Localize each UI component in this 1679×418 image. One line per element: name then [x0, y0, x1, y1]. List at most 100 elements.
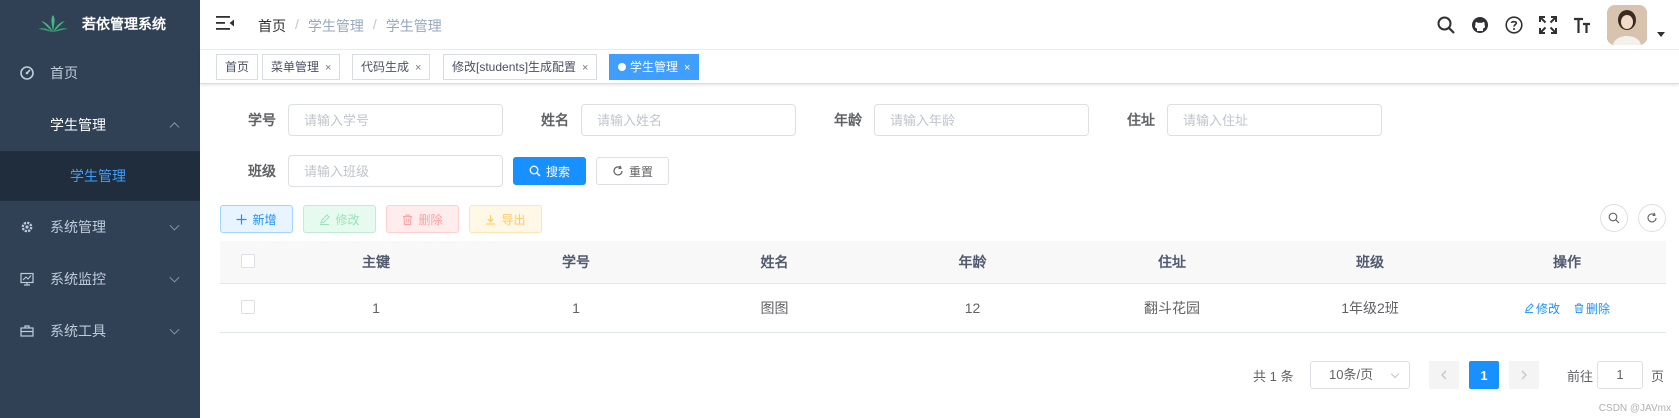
sidebar-subitem-label: 学生管理 [70, 168, 126, 184]
table-row: 1 1 图图 12 翻斗花园 1年级2班 修改 删除 [220, 284, 1666, 333]
refresh-icon [1646, 212, 1658, 224]
app-title: 若依管理系统 [82, 15, 166, 32]
tag-label: 学生管理 [630, 60, 679, 74]
sidebar-item-system-management[interactable]: 系统管理 [0, 201, 200, 253]
goto-page-input[interactable]: 1 [1597, 361, 1643, 389]
active-dot-icon [618, 62, 626, 71]
chevron-down-icon [1390, 369, 1400, 379]
add-button-label: 新增 [252, 212, 277, 227]
row-edit-label: 修改 [1536, 301, 1561, 316]
age-label: 年龄 [834, 112, 862, 128]
tag-label: 代码生成 [361, 60, 410, 74]
column-header: 住址 [1158, 254, 1186, 270]
breadcrumb-item[interactable]: 首页 [258, 16, 286, 36]
tag-student-management[interactable]: 学生管理 × [609, 54, 700, 80]
close-icon[interactable]: × [415, 62, 421, 74]
chevron-up-icon [169, 122, 180, 133]
name-input[interactable] [581, 104, 796, 136]
row-checkbox[interactable] [241, 299, 255, 314]
chevron-right-icon [1520, 370, 1528, 380]
tag-menu-management[interactable]: 菜单管理 × [262, 54, 341, 80]
sidebar-item-label: 系统工具 [50, 323, 106, 339]
column-header: 姓名 [760, 254, 789, 270]
font-size-icon[interactable] [1565, 0, 1599, 50]
age-input[interactable] [874, 104, 1089, 136]
edit-icon [1524, 303, 1534, 313]
table-cell: 1 [372, 300, 380, 316]
tag-label: 修改[students]生成配置 [452, 60, 577, 74]
refresh-button[interactable] [1638, 204, 1666, 232]
sidebar-item-label: 系统管理 [50, 219, 106, 235]
sidebar-item-system-monitor[interactable]: 系统监控 [0, 253, 200, 305]
fullscreen-icon[interactable] [1531, 0, 1565, 50]
class-label: 班级 [248, 163, 276, 179]
export-button-label: 导出 [501, 212, 526, 227]
trash-icon [402, 214, 413, 225]
edit-icon [319, 213, 331, 225]
sidebar: 若依管理系统 首页 学生管理 学生管理 系统管理 系统监控 系统工具 [0, 0, 200, 418]
data-table: 主键 学号 姓名 年龄 住址 班级 操作 1 1 图图 12 翻斗花园 1年级2… [220, 241, 1666, 333]
monitor-icon [20, 272, 34, 286]
edit-button[interactable]: 修改 [303, 205, 376, 233]
breadcrumb-item: 学生管理 [385, 18, 442, 34]
question-icon[interactable] [1497, 0, 1531, 50]
name-label: 姓名 [541, 112, 569, 128]
address-input[interactable] [1167, 104, 1382, 136]
close-icon[interactable]: × [325, 62, 331, 74]
sidebar-item-student-management[interactable]: 学生管理 [0, 99, 200, 151]
student-no-input[interactable] [288, 104, 503, 136]
sidebar-subitem-student-management[interactable]: 学生管理 [0, 151, 200, 201]
search-button-label: 搜索 [545, 164, 570, 179]
download-icon [485, 214, 496, 225]
address-label: 住址 [1127, 112, 1155, 128]
class-input[interactable] [288, 155, 503, 187]
close-icon[interactable]: × [684, 62, 690, 74]
search-button[interactable]: 搜索 [513, 157, 586, 185]
sidebar-item-home[interactable]: 首页 [0, 47, 200, 99]
export-button[interactable]: 导出 [469, 205, 542, 233]
toggle-search-button[interactable] [1600, 204, 1628, 232]
dashboard-icon [20, 66, 34, 80]
tag-code-generation[interactable]: 代码生成 × [352, 54, 431, 80]
search-icon[interactable] [1429, 0, 1463, 50]
prev-page-button[interactable] [1429, 361, 1459, 389]
gear-icon [20, 220, 34, 234]
logo[interactable]: 若依管理系统 [0, 0, 200, 47]
page-size-select[interactable]: 10条/页 [1310, 361, 1410, 389]
goto-suffix: 页 [1651, 369, 1665, 384]
row-delete-label: 删除 [1585, 301, 1610, 316]
add-button[interactable]: 新增 [220, 205, 293, 233]
reset-button[interactable]: 重置 [596, 157, 669, 185]
hamburger-icon[interactable] [216, 15, 234, 31]
toolbox-icon [20, 324, 34, 338]
refresh-icon [612, 165, 624, 177]
reset-button-label: 重置 [628, 164, 653, 179]
chevron-down-icon [169, 324, 180, 335]
search-icon [1608, 212, 1620, 224]
caret-down-icon[interactable] [1657, 31, 1665, 37]
select-all-checkbox[interactable] [241, 253, 255, 268]
delete-button[interactable]: 删除 [386, 205, 459, 233]
column-header: 操作 [1553, 254, 1581, 270]
tag-label: 首页 [225, 60, 250, 74]
edit-button-label: 修改 [335, 212, 360, 227]
table-cell: 翻斗花园 [1144, 300, 1200, 316]
row-delete-link[interactable]: 删除 [1574, 300, 1610, 317]
table-cell: 图图 [760, 300, 789, 316]
column-header: 年龄 [958, 254, 987, 270]
page-number-button[interactable]: 1 [1469, 361, 1499, 389]
right-menu [1429, 0, 1679, 50]
tag-edit-students-config[interactable]: 修改[students]生成配置 × [443, 54, 598, 80]
next-page-button[interactable] [1509, 361, 1539, 389]
watermark: CSDN @JAVmx [1598, 403, 1671, 414]
avatar[interactable] [1607, 5, 1647, 45]
github-icon[interactable] [1463, 0, 1497, 50]
row-edit-link[interactable]: 修改 [1524, 300, 1560, 317]
close-icon[interactable]: × [582, 62, 588, 74]
sidebar-item-system-tools[interactable]: 系统工具 [0, 305, 200, 357]
breadcrumb-item: 学生管理 [307, 18, 364, 34]
search-icon [529, 165, 541, 177]
delete-button-label: 删除 [418, 212, 443, 227]
tag-home[interactable]: 首页 [216, 54, 259, 80]
table-cell: 1年级2班 [1341, 300, 1399, 316]
